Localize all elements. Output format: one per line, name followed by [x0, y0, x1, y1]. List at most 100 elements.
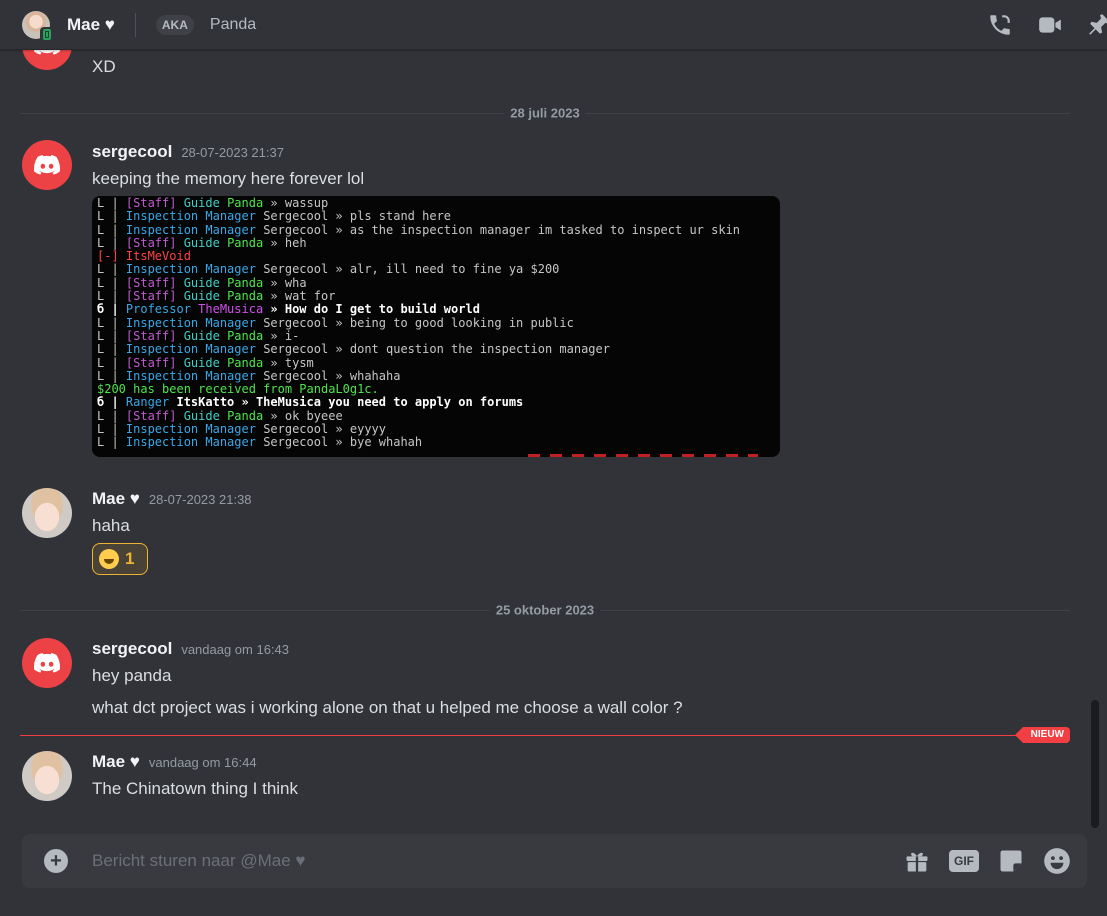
chat-log-segment: б |	[97, 302, 126, 317]
chat-log-segment: L |	[97, 342, 126, 357]
emoji-icon[interactable]	[1043, 847, 1071, 875]
chat-log-line: L | Inspection Manager Sergecool » alr, …	[97, 263, 780, 276]
sticker-icon[interactable]	[997, 847, 1025, 875]
chat-log-segment: » ok byeee	[270, 408, 343, 423]
gift-icon[interactable]	[903, 847, 931, 875]
chat-log-line: б | Ranger ItsKatto » TheMusica you need…	[97, 396, 780, 409]
chat-log-line: L | Inspection Manager Sergecool » bye w…	[97, 436, 780, 449]
chat-log-segment: [Staff]	[125, 275, 184, 290]
discord-logo-icon	[33, 155, 61, 175]
chat-log-segment: » tysm	[270, 355, 314, 370]
message-text: XD	[92, 57, 116, 76]
message-author[interactable]: sergecool vandaag om 16:43	[92, 639, 289, 659]
reaction-count: 1	[125, 549, 135, 568]
chat-log-segment: L |	[97, 209, 126, 224]
header-username[interactable]: Mae ♥	[67, 15, 115, 35]
author-name[interactable]: Mae ♥	[92, 752, 140, 771]
author-name[interactable]: sergecool	[92, 639, 172, 658]
pin-icon[interactable]	[1087, 12, 1107, 38]
chat-log-segment: Inspection Manager	[125, 315, 264, 330]
header-divider	[134, 12, 136, 37]
chat-log-segment: L |	[97, 408, 126, 423]
message-author[interactable]: sergecool 28-07-2023 21:37	[92, 142, 284, 162]
phone-call-icon[interactable]	[987, 12, 1013, 38]
chat-log-segment: Panda	[227, 196, 271, 210]
chat-log-line: L | [Staff] Guide Panda » i-	[97, 328, 780, 343]
chat-log-segment: Guide	[183, 275, 228, 290]
channel-header: Mae ♥ AKA Panda	[0, 0, 1107, 50]
chat-log-segment: L |	[97, 289, 126, 304]
avatar[interactable]	[22, 140, 72, 190]
chat-log-segment: $200 has been received from PandaL0g1c.	[97, 382, 379, 397]
date-divider: 28 juli 2023	[20, 105, 1070, 121]
chat-log-segment: Panda	[227, 328, 271, 343]
chat-log-segment: Panda	[227, 289, 271, 304]
attached-image[interactable]: L | [Staff] Guide Panda » wassup L | Insp…	[92, 196, 780, 457]
message-timestamp: vandaag om 16:43	[181, 642, 290, 657]
chat-log-line: L | Inspection Manager Sergecool » as th…	[97, 222, 780, 237]
message-author[interactable]: Mae ♥ 28-07-2023 21:38	[92, 489, 252, 509]
message-input[interactable]: Bericht sturen naar @Mae ♥	[92, 851, 306, 871]
chat-log-line: б | Professor TheMusica » How do I get t…	[97, 303, 780, 316]
chat-log-segment: Sergecool » as the inspection manager im…	[263, 222, 741, 237]
message-text: what dct project was i working alone on …	[92, 698, 683, 717]
chat-log-segment: Panda	[227, 275, 271, 290]
chat-log-segment: » How do I get to build world	[270, 302, 480, 317]
chat-log-segment: L |	[97, 262, 126, 277]
chat-log-segment: Inspection Manager	[125, 262, 264, 277]
rofl-emoji-icon	[99, 549, 119, 569]
author-name[interactable]: Mae ♥	[92, 489, 140, 508]
chat-log-segment: » wassup	[270, 196, 329, 210]
date-divider-label: 25 oktober 2023	[489, 602, 601, 618]
message-text: keeping the memory here forever lol	[92, 169, 365, 188]
chat-log-segment: Inspection Manager	[125, 209, 264, 224]
reaction-button[interactable]: 1	[92, 543, 148, 575]
scrollbar[interactable]	[1091, 700, 1099, 828]
chat-log-segment: Inspection Manager	[125, 342, 264, 357]
new-messages-badge: NIEUW	[1014, 727, 1070, 743]
avatar[interactable]	[22, 488, 72, 538]
chat-log-segment: Sergecool » pls stand here	[263, 209, 452, 224]
message-timestamp: 28-07-2023 21:37	[181, 145, 284, 160]
chat-log-segment: [Staff]	[125, 235, 184, 250]
chat-log-line: L | [Staff] Guide Panda » ok byeee	[97, 408, 780, 423]
chat-log-segment: » wha	[270, 275, 307, 290]
chat-log-segment: ItsKatto » TheMusica you need to apply o…	[176, 395, 524, 410]
header-avatar[interactable]	[22, 10, 54, 43]
chat-log-segment: L |	[97, 355, 126, 370]
chat-log-segment: TheMusica	[198, 302, 271, 317]
image-decoration	[528, 454, 758, 457]
chat-log-segment: б |	[97, 395, 126, 410]
avatar[interactable]	[22, 751, 72, 801]
add-attachment-icon[interactable]: +	[44, 849, 68, 873]
chat-log-line: L | [Staff] Guide Panda » tysm	[97, 355, 780, 370]
chat-log-segment: L |	[97, 196, 126, 210]
message-text: haha	[92, 516, 130, 535]
author-name[interactable]: sergecool	[92, 142, 172, 161]
chat-log-segment: Inspection Manager	[125, 222, 264, 237]
chat-log-segment: Professor	[125, 302, 199, 317]
chat-log-segment: » i-	[270, 328, 300, 343]
video-camera-icon[interactable]	[1037, 12, 1063, 38]
message-list[interactable]: XD 28 juli 2023 sergecool 28-07-2023 21:3…	[0, 50, 1107, 830]
chat-log-segment: Inspection Manager	[125, 435, 264, 450]
avatar[interactable]	[22, 638, 72, 688]
message-author[interactable]: Mae ♥ vandaag om 16:44	[92, 752, 257, 772]
chat-log-line: L | [Staff] Guide Panda » heh	[97, 235, 780, 250]
chat-log-segment: L |	[97, 422, 126, 437]
minecraft-chat-log: L | [Staff] Guide Panda » wassup L | Insp…	[97, 196, 780, 450]
chat-log-segment: L |	[97, 315, 126, 330]
gif-icon[interactable]: GIF	[949, 850, 979, 872]
chat-log-line: L | Inspection Manager Sergecool » dont …	[97, 343, 780, 356]
avatar[interactable]	[22, 50, 72, 70]
chat-log-segment: » wat for	[270, 289, 336, 304]
chat-log-segment: Panda	[227, 235, 271, 250]
header-nickname: Panda	[209, 15, 257, 33]
new-messages-divider: NIEUW	[20, 727, 1070, 743]
chat-log-segment: L |	[97, 222, 126, 237]
chat-log-segment: L |	[97, 368, 126, 383]
chat-log-segment: Guide	[183, 355, 228, 370]
chat-log-line: L | Inspection Manager Sergecool » whaha…	[97, 368, 780, 383]
chat-log-segment: » heh	[270, 235, 307, 250]
chat-log-segment: Guide	[183, 289, 228, 304]
